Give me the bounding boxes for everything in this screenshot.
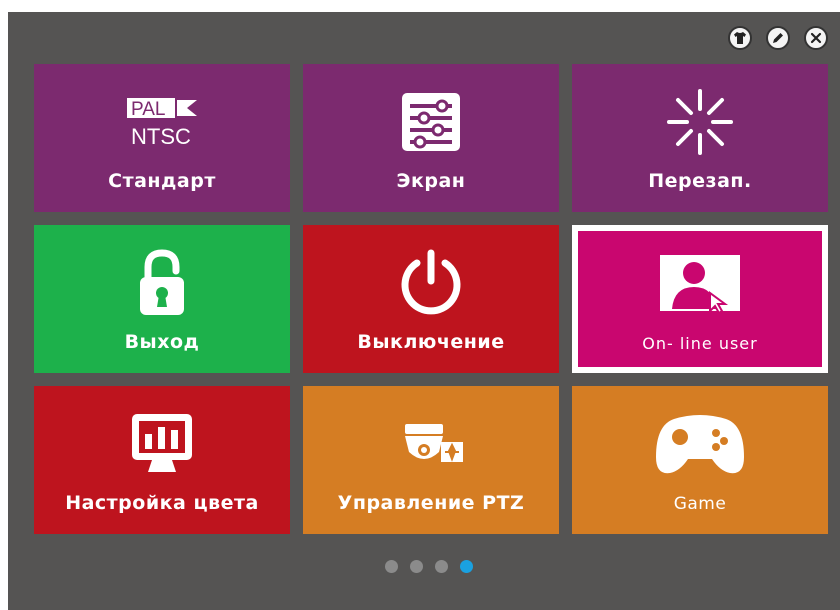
- gamepad-icon: [654, 408, 746, 480]
- main-window: PAL NTSC Стандарт Экран Перезап. Выход В…: [8, 12, 840, 610]
- tshirt-icon: [734, 32, 746, 44]
- tile-label: On- line user: [642, 334, 758, 353]
- close-button[interactable]: [804, 26, 828, 50]
- tile-color-settings[interactable]: Настройка цвета: [34, 386, 290, 534]
- tile-restart[interactable]: Перезап.: [572, 64, 828, 212]
- online-user-icon: [658, 247, 742, 319]
- lock-icon: [132, 247, 192, 319]
- tile-shutdown[interactable]: Выключение: [303, 225, 559, 373]
- pal-ntsc-icon: PAL NTSC: [117, 86, 207, 158]
- edit-button[interactable]: [766, 26, 790, 50]
- tile-screen[interactable]: Экран: [303, 64, 559, 212]
- page-dot-2[interactable]: [410, 560, 423, 573]
- pencil-icon: [773, 33, 783, 43]
- tile-standard[interactable]: PAL NTSC Стандарт: [34, 64, 290, 212]
- ntsc-label: NTSC: [131, 124, 191, 149]
- tile-label: Настройка цвета: [65, 492, 259, 514]
- close-icon: [810, 32, 822, 44]
- window-controls: [728, 26, 828, 50]
- tile-exit[interactable]: Выход: [34, 225, 290, 373]
- tile-label: Стандарт: [108, 170, 216, 192]
- page-indicator: [13, 560, 840, 573]
- tile-label: Экран: [396, 170, 466, 192]
- tile-ptz-control[interactable]: Управление PTZ: [303, 386, 559, 534]
- tile-label: Выключение: [357, 331, 505, 353]
- tile-online-user[interactable]: On- line user: [572, 225, 828, 373]
- page-dot-3[interactable]: [435, 560, 448, 573]
- display-settings-icon: [398, 86, 464, 158]
- page-dot-1[interactable]: [385, 560, 398, 573]
- tile-label: Выход: [124, 331, 200, 353]
- color-settings-monitor-icon: [126, 408, 198, 480]
- pal-label: PAL: [131, 99, 166, 120]
- tile-label: Управление PTZ: [337, 492, 525, 514]
- page-dot-4[interactable]: [460, 560, 473, 573]
- menu-tile-grid: PAL NTSC Стандарт Экран Перезап. Выход В…: [34, 64, 828, 534]
- skin-button[interactable]: [728, 26, 752, 50]
- power-icon: [395, 247, 467, 319]
- tile-game[interactable]: Game: [572, 386, 828, 534]
- restart-spinner-icon: [665, 86, 735, 158]
- tile-label: Game: [673, 494, 727, 514]
- ptz-camera-icon: [395, 408, 467, 480]
- tile-label: Перезап.: [648, 170, 752, 192]
